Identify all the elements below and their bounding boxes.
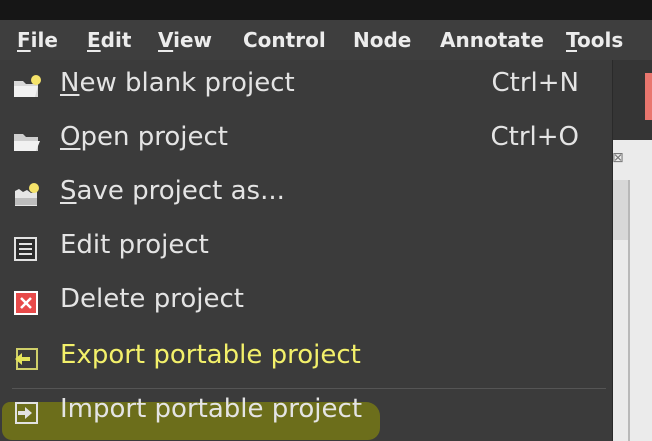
menu-item-label: Save project as... xyxy=(60,176,285,206)
label-text: pen project xyxy=(80,122,228,152)
menu-control[interactable]: Control xyxy=(243,28,326,52)
file-menu-dropdown: New blank project Ctrl+N Open project Ct… xyxy=(0,60,613,441)
menu-annotate[interactable]: Annotate xyxy=(440,28,544,52)
import-icon xyxy=(12,400,42,426)
label-text: ew blank project xyxy=(79,68,295,98)
menu-tools-mnemonic: T xyxy=(566,28,577,52)
menu-item-import-portable-project[interactable]: Import portable project xyxy=(0,386,612,440)
menu-edit-mnemonic: E xyxy=(87,28,101,52)
menu-annotate-label: Annotate xyxy=(440,28,544,52)
menubar: File Edit View Control Node Annotate Too… xyxy=(0,20,652,60)
menu-node-label: Node xyxy=(353,28,412,52)
menu-file-mnemonic: F xyxy=(17,28,31,52)
menu-item-export-portable-project[interactable]: Export portable project xyxy=(0,332,612,386)
menu-item-delete-project[interactable]: Delete project xyxy=(0,276,612,330)
menu-view-mnemonic: V xyxy=(158,28,174,52)
menu-node[interactable]: Node xyxy=(353,28,411,52)
background-divider xyxy=(628,240,630,441)
menu-item-label: Open project xyxy=(60,122,228,152)
menu-item-label: Import portable project xyxy=(60,394,363,424)
title-strip xyxy=(0,0,652,20)
save-as-icon xyxy=(12,182,42,208)
shortcut-label: Ctrl+N xyxy=(491,68,580,98)
menu-item-label: Export portable project xyxy=(60,340,361,370)
mnemonic: O xyxy=(60,122,81,152)
export-icon xyxy=(12,346,42,372)
menu-view[interactable]: View xyxy=(158,28,212,52)
delete-icon xyxy=(12,290,42,316)
background-input-box xyxy=(612,180,630,240)
background-close-icon: ⊠ xyxy=(612,150,624,166)
menu-tools[interactable]: Tools xyxy=(566,28,623,52)
menu-edit-label: dit xyxy=(100,28,132,52)
menu-file-label: ile xyxy=(30,28,58,52)
menu-item-label: Delete project xyxy=(60,284,244,314)
menu-item-save-project-as[interactable]: Save project as... xyxy=(0,168,612,222)
menu-control-label: Control xyxy=(243,28,326,52)
menu-item-label: New blank project xyxy=(60,68,295,98)
menu-item-open-project[interactable]: Open project Ctrl+O xyxy=(0,114,612,168)
mnemonic: S xyxy=(60,176,77,206)
menu-edit[interactable]: Edit xyxy=(87,28,131,52)
app-window: File Edit View Control Node Annotate Too… xyxy=(0,0,652,441)
menu-file[interactable]: File xyxy=(17,28,58,52)
background-red-tab xyxy=(645,73,652,120)
label-text: ave project as... xyxy=(76,176,285,206)
shortcut-label: Ctrl+O xyxy=(490,122,579,152)
edit-list-icon xyxy=(12,236,42,262)
folder-open-icon xyxy=(12,128,42,154)
menu-tools-label: ools xyxy=(577,28,624,52)
menu-item-new-blank-project[interactable]: New blank project Ctrl+N xyxy=(0,60,612,114)
mnemonic: N xyxy=(60,68,80,98)
folder-new-icon xyxy=(12,74,42,100)
menu-item-edit-project[interactable]: Edit project xyxy=(0,222,612,276)
menu-item-label: Edit project xyxy=(60,230,209,260)
menu-view-label: iew xyxy=(173,28,213,52)
